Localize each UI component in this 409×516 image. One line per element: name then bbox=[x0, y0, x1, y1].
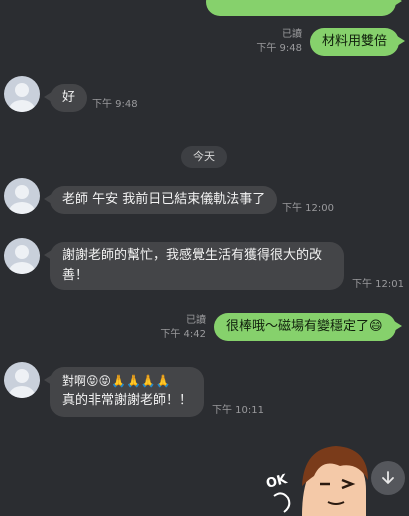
read-receipt: 已讀 bbox=[186, 315, 206, 326]
avatar[interactable] bbox=[4, 238, 40, 274]
scroll-to-bottom-button[interactable] bbox=[371, 461, 405, 495]
message-time: 下午 4:42 bbox=[160, 329, 206, 340]
message-text: 材料用雙倍 bbox=[322, 34, 388, 49]
partial-outgoing-bubble[interactable] bbox=[206, 0, 402, 16]
outgoing-message-bubble[interactable]: 材料用雙倍 bbox=[310, 28, 406, 56]
default-avatar-icon bbox=[9, 83, 35, 112]
message-time: 下午 12:00 bbox=[282, 203, 334, 214]
incoming-message-bubble[interactable]: 謝謝老師的幫忙，我感覺生活有獲得很大的改 善！ bbox=[44, 242, 344, 290]
incoming-message-bubble[interactable]: 好 bbox=[43, 84, 88, 112]
incoming-message-bubble[interactable]: 老師 午安 我前日已結束儀軌法事了 bbox=[43, 186, 278, 214]
avatar[interactable] bbox=[4, 76, 40, 112]
message-text-line: 真的非常謝謝老師！！ bbox=[62, 393, 193, 408]
message-text: 好 bbox=[62, 90, 76, 105]
message-time: 下午 9:48 bbox=[256, 43, 302, 54]
message-text: 老師 午安 我前日已結束儀軌法事了 bbox=[62, 192, 266, 207]
date-divider: 今天 bbox=[181, 146, 227, 168]
message-text-line: 謝謝老師的幫忙，我感覺生活有獲得很大的改 bbox=[62, 248, 323, 263]
arrow-down-icon bbox=[382, 471, 394, 484]
message-time: 下午 10:11 bbox=[212, 405, 264, 416]
default-avatar-icon bbox=[9, 369, 35, 398]
message-time: 下午 12:01 bbox=[352, 279, 404, 290]
read-receipt: 已讀 bbox=[282, 29, 302, 40]
default-avatar-icon bbox=[9, 185, 35, 214]
chat-area: 已讀 下午 9:48 材料用雙倍 好 下午 9:48 今天 老師 午安 我前日已… bbox=[0, 0, 409, 516]
outgoing-message-bubble[interactable]: 很棒哦～磁場有變穩定了😄 bbox=[214, 313, 402, 341]
ok-sticker[interactable]: OK bbox=[262, 440, 372, 516]
sticker-ok-text: OK bbox=[265, 472, 290, 492]
avatar[interactable] bbox=[4, 362, 40, 398]
message-time: 下午 9:48 bbox=[92, 99, 138, 110]
default-avatar-icon bbox=[9, 245, 35, 274]
incoming-message-bubble[interactable]: 對啊😝😝🙏🙏🙏🙏 真的非常謝謝老師！！ bbox=[44, 367, 204, 417]
message-text: 很棒哦～磁場有變穩定了😄 bbox=[226, 319, 383, 334]
message-text-line: 對啊😝😝🙏🙏🙏🙏 bbox=[62, 374, 171, 388]
avatar[interactable] bbox=[4, 178, 40, 214]
message-text-line: 善！ bbox=[62, 268, 89, 283]
